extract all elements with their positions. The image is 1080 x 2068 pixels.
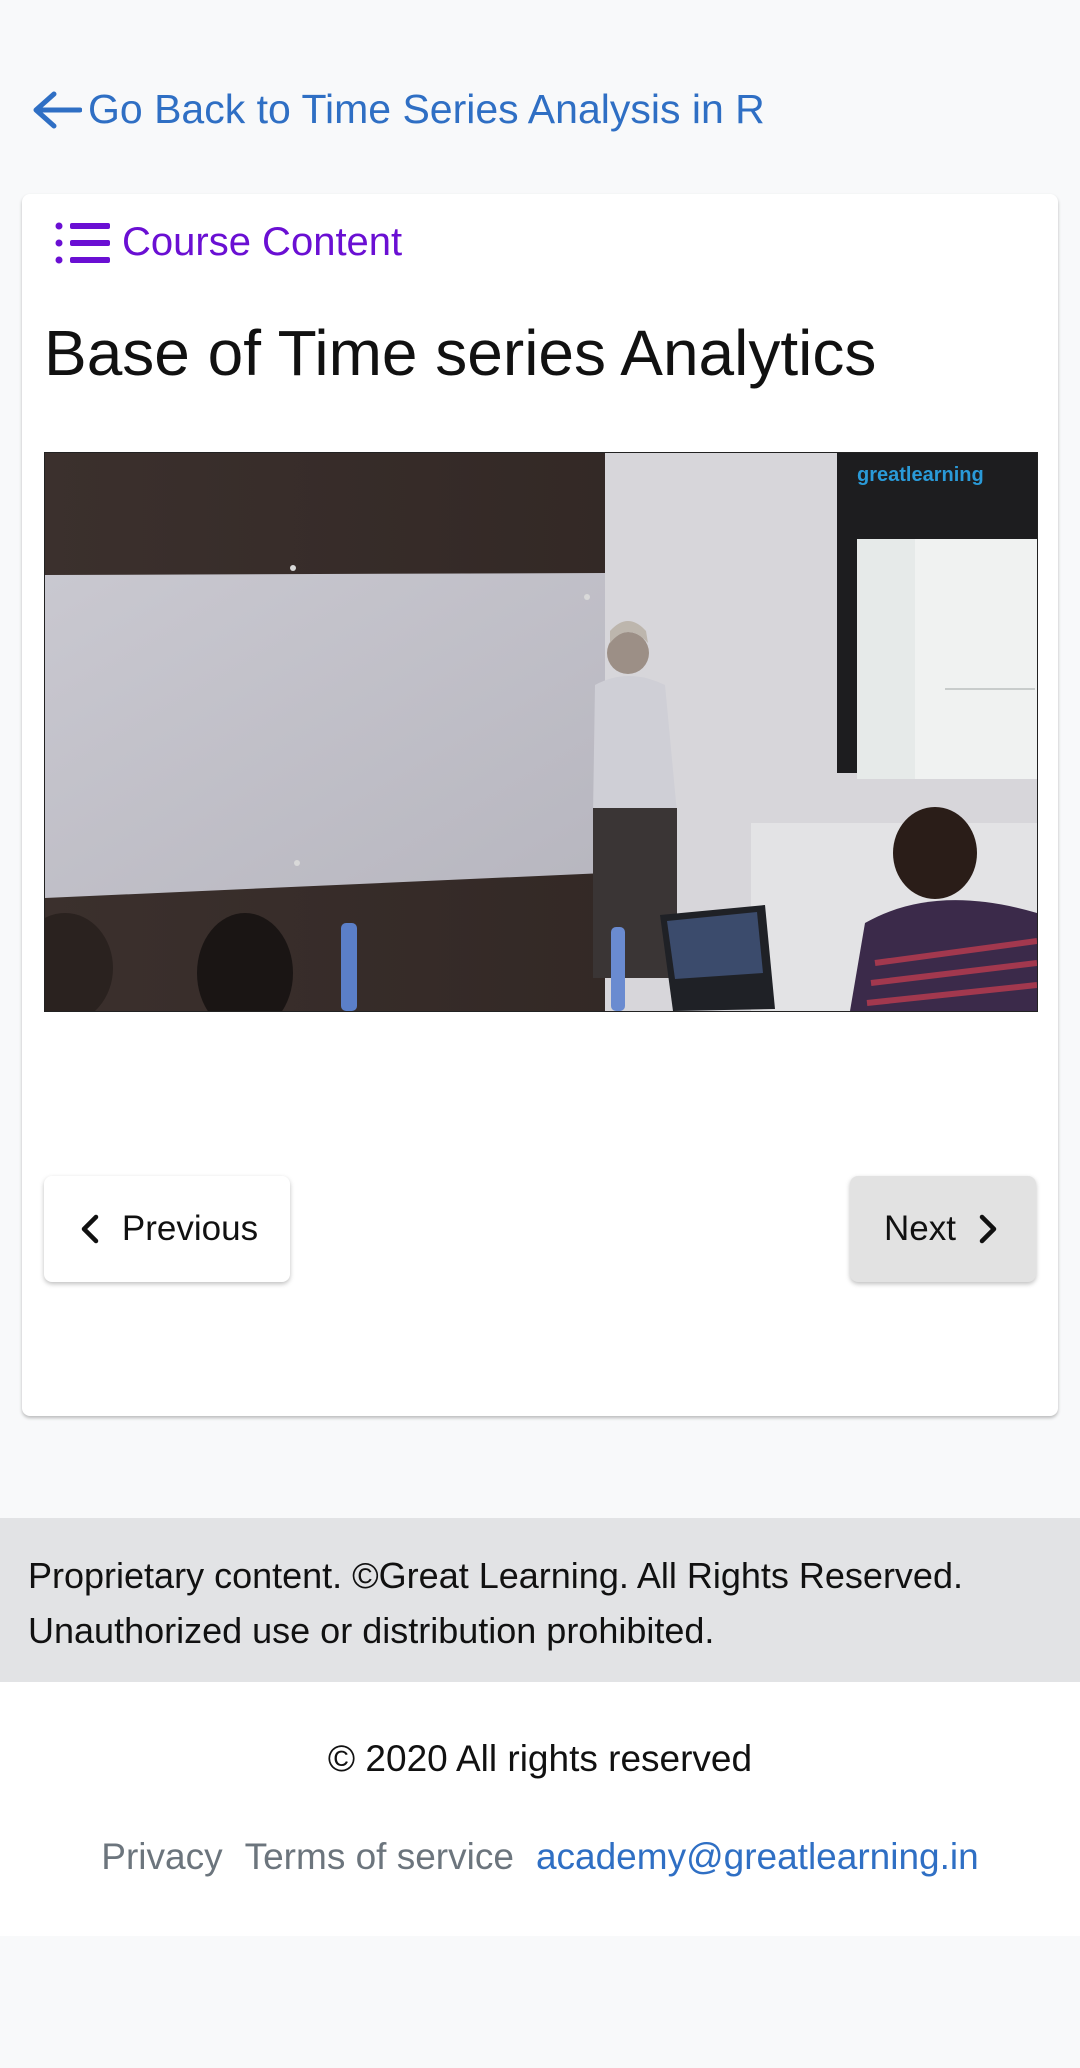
list-icon — [55, 222, 110, 263]
video-frame: greatlearning — [45, 453, 1037, 1011]
terms-link[interactable]: Terms of service — [245, 1836, 514, 1878]
previous-button-label: Previous — [121, 1209, 259, 1248]
previous-button[interactable]: Previous — [44, 1176, 290, 1282]
course-content-label: Course Content — [122, 220, 403, 264]
copyright-text: © 2020 All rights reserved — [327, 1738, 753, 1779]
chevron-right-icon — [979, 1214, 997, 1244]
lesson-card: Course Content Base of Time series Analy… — [22, 194, 1058, 1416]
email-link[interactable]: academy@greatlearning.in — [536, 1836, 979, 1878]
privacy-link[interactable]: Privacy — [101, 1836, 222, 1878]
proprietary-notice: Proprietary content. ©Great Learning. Al… — [0, 1518, 1080, 1682]
arrow-left-icon — [33, 91, 82, 128]
lesson-title: Base of Time series Analytics — [44, 317, 877, 389]
chevron-left-icon — [81, 1214, 99, 1244]
next-button[interactable]: Next — [850, 1176, 1036, 1282]
course-content-link[interactable]: Course Content — [54, 220, 402, 265]
video-watermark: greatlearning — [857, 464, 984, 486]
proprietary-notice-text: Proprietary content. ©Great Learning. Al… — [28, 1555, 963, 1651]
footer-links: Privacy Terms of service academy@greatle… — [0, 1836, 1080, 1878]
next-button-label: Next — [884, 1209, 956, 1248]
lesson-video[interactable]: greatlearning — [44, 452, 1038, 1012]
back-link[interactable]: Go Back to Time Series Analysis in R — [30, 86, 765, 133]
back-link-label: Go Back to Time Series Analysis in R — [88, 86, 765, 132]
footer: © 2020 All rights reserved Privacy Terms… — [0, 1682, 1080, 1936]
